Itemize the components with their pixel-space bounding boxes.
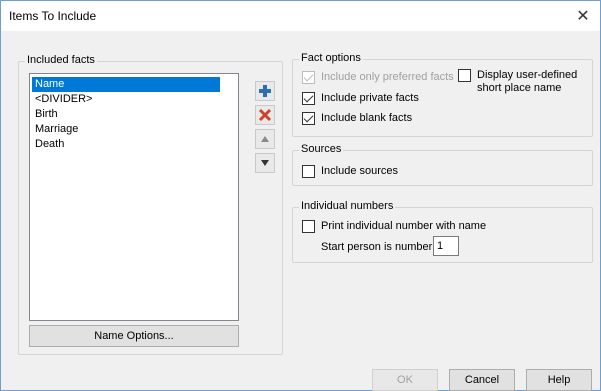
remove-fact-button[interactable] — [255, 105, 275, 125]
delete-x-icon — [258, 108, 272, 122]
sources-label: Sources — [299, 143, 344, 155]
include-blank-label: Include blank facts — [321, 112, 413, 124]
move-down-button[interactable] — [255, 153, 275, 173]
cancel-button[interactable]: Cancel — [449, 369, 515, 391]
include-preferred-label: Include only preferred facts — [321, 71, 454, 83]
list-item[interactable]: Name — [32, 77, 220, 92]
include-private-row: Include private facts — [302, 92, 419, 105]
start-person-label: Start person is number — [321, 241, 433, 253]
help-button[interactable]: Help — [526, 369, 592, 391]
include-sources-label: Include sources — [321, 165, 399, 177]
fact-options-label: Fact options — [299, 52, 363, 64]
window-title: Items To Include — [9, 9, 97, 23]
include-private-checkbox[interactable] — [302, 92, 315, 105]
user-place-label-line1: Display user-defined — [477, 69, 578, 81]
individual-numbers-label: Individual numbers — [299, 200, 396, 212]
include-blank-checkbox[interactable] — [302, 112, 315, 125]
plus-icon — [259, 85, 271, 97]
list-item[interactable]: Birth — [30, 107, 238, 122]
triangle-up-icon — [261, 136, 269, 142]
items-to-include-dialog: Items To Include ✕ Included facts Name <… — [0, 0, 601, 391]
move-up-button[interactable] — [255, 129, 275, 149]
list-item[interactable]: <DIVIDER> — [30, 92, 238, 107]
include-sources-row: Include sources — [302, 165, 398, 178]
print-number-checkbox[interactable] — [302, 220, 315, 233]
triangle-down-icon — [261, 160, 269, 166]
include-preferred-row: Include only preferred facts — [302, 71, 454, 84]
close-icon[interactable]: ✕ — [566, 1, 600, 31]
include-preferred-checkbox[interactable] — [302, 71, 315, 84]
include-private-label: Include private facts — [321, 92, 419, 104]
start-number-field[interactable]: 1 — [433, 236, 459, 256]
add-fact-button[interactable] — [255, 81, 275, 101]
user-place-checkbox[interactable] — [458, 69, 471, 82]
list-item[interactable]: Marriage — [30, 122, 238, 137]
list-item[interactable]: Death — [30, 137, 238, 152]
included-facts-list[interactable]: Name <DIVIDER> Birth Marriage Death — [29, 73, 239, 321]
user-place-row: Display user-defined short place name — [458, 69, 577, 95]
user-place-label-line2: short place name — [477, 82, 562, 94]
user-place-label: Display user-defined short place name — [477, 69, 577, 95]
print-number-row: Print individual number with name — [302, 220, 486, 233]
name-options-button[interactable]: Name Options... — [29, 325, 239, 347]
title-bar: Items To Include ✕ — [1, 1, 600, 31]
included-facts-label: Included facts — [25, 54, 97, 66]
include-blank-row: Include blank facts — [302, 112, 412, 125]
include-sources-checkbox[interactable] — [302, 165, 315, 178]
ok-button[interactable]: OK — [372, 369, 438, 391]
print-number-label: Print individual number with name — [321, 220, 487, 232]
